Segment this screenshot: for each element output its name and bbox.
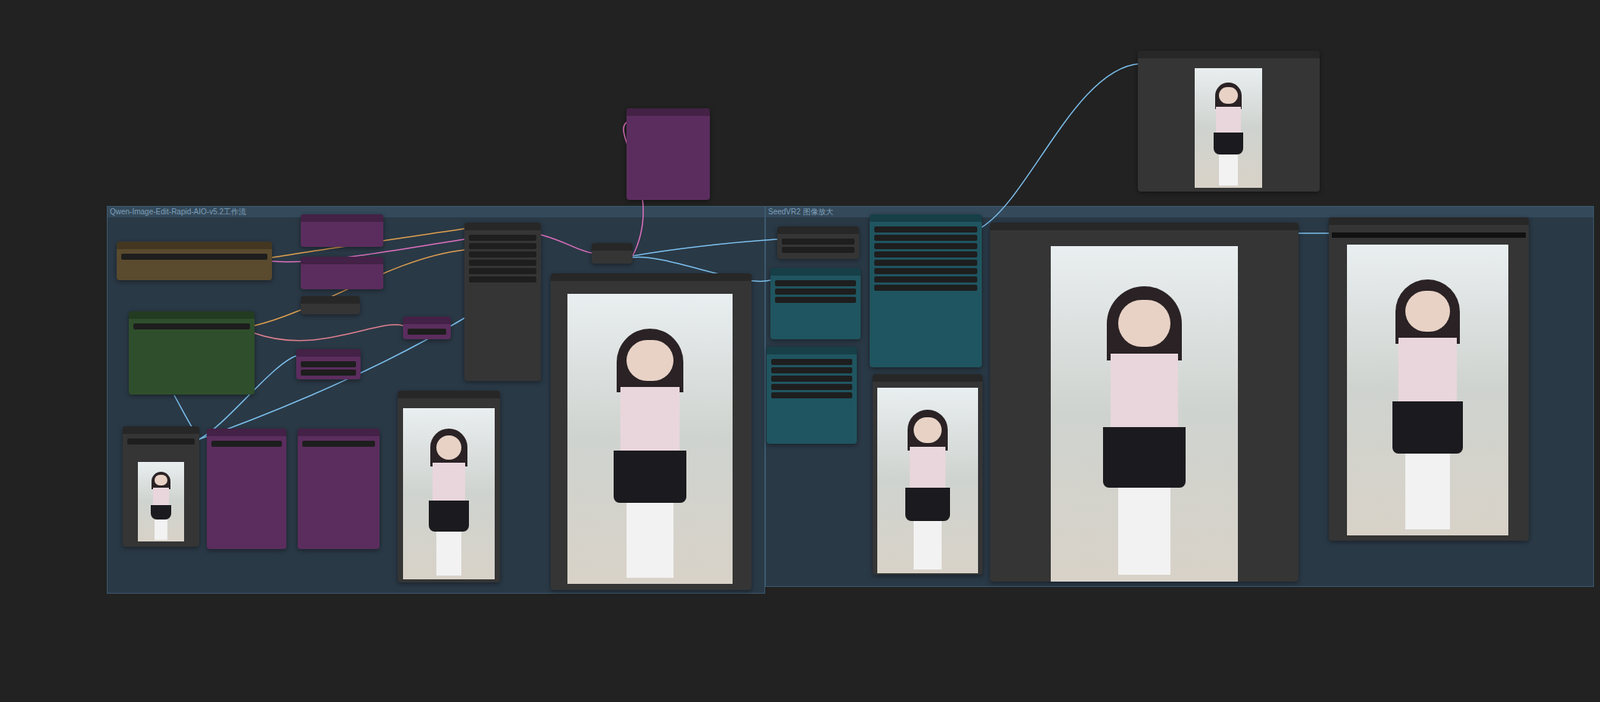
node-header[interactable] bbox=[1137, 50, 1320, 59]
node-header[interactable] bbox=[766, 346, 857, 355]
node-header[interactable] bbox=[464, 222, 541, 231]
node-widget[interactable] bbox=[468, 259, 537, 266]
node-header[interactable] bbox=[770, 268, 861, 276]
group-title[interactable]: Qwen-Image-Edit-Rapid-AIO-v5.2工作流 bbox=[107, 206, 765, 218]
image-node[interactable] bbox=[397, 390, 500, 583]
widget-node[interactable] bbox=[300, 256, 384, 290]
output-image bbox=[1050, 246, 1238, 582]
node-widget[interactable] bbox=[468, 251, 537, 258]
widget-node[interactable] bbox=[206, 428, 287, 550]
node-header[interactable] bbox=[626, 108, 710, 116]
node-widget[interactable] bbox=[771, 367, 853, 374]
node-widget[interactable] bbox=[775, 280, 857, 287]
image-node[interactable] bbox=[990, 222, 1299, 582]
widget-node[interactable] bbox=[464, 222, 541, 382]
node-header[interactable] bbox=[122, 426, 200, 435]
widget-node[interactable] bbox=[591, 243, 633, 264]
node-header[interactable] bbox=[116, 241, 272, 250]
node-widget[interactable] bbox=[775, 296, 857, 304]
node-widget[interactable] bbox=[468, 243, 537, 250]
node-header[interactable] bbox=[869, 214, 982, 222]
node-widget[interactable] bbox=[874, 251, 978, 258]
image-node[interactable] bbox=[1328, 217, 1529, 541]
node-header[interactable] bbox=[403, 316, 451, 325]
node-header[interactable] bbox=[297, 428, 380, 437]
widget-node[interactable] bbox=[777, 226, 860, 260]
image-node[interactable] bbox=[122, 426, 200, 547]
node-header[interactable] bbox=[990, 222, 1299, 231]
node-header[interactable] bbox=[300, 214, 384, 222]
node-header[interactable] bbox=[206, 428, 287, 437]
node-widget[interactable] bbox=[874, 284, 978, 291]
node-widget[interactable] bbox=[771, 375, 853, 382]
node-header[interactable] bbox=[591, 243, 633, 251]
output-image bbox=[1346, 244, 1509, 536]
node-widget[interactable] bbox=[302, 440, 375, 447]
output-image bbox=[877, 387, 979, 574]
node-widget[interactable] bbox=[133, 323, 250, 330]
node-header[interactable] bbox=[300, 256, 384, 265]
widget-node[interactable] bbox=[766, 346, 857, 444]
node-widget[interactable] bbox=[771, 392, 853, 399]
output-image bbox=[403, 408, 495, 580]
node-header[interactable] bbox=[296, 349, 361, 357]
node-widget[interactable] bbox=[874, 234, 978, 241]
widget-node[interactable] bbox=[116, 241, 272, 281]
comfyui-canvas[interactable]: Qwen-Image-Edit-Rapid-AIO-v5.2工作流SeedVR2… bbox=[0, 0, 1600, 702]
node-widget[interactable] bbox=[771, 384, 853, 391]
node-header[interactable] bbox=[1328, 217, 1529, 225]
node-widget[interactable] bbox=[874, 259, 978, 266]
node-widget[interactable] bbox=[874, 243, 978, 250]
widget-node[interactable] bbox=[770, 268, 861, 340]
node-widget[interactable] bbox=[874, 276, 978, 283]
image-node[interactable] bbox=[550, 273, 752, 591]
node-widget[interactable] bbox=[300, 369, 357, 376]
output-image bbox=[137, 462, 185, 542]
node-widget[interactable] bbox=[781, 246, 855, 254]
node-widget[interactable] bbox=[468, 234, 537, 241]
widget-node[interactable] bbox=[626, 108, 710, 200]
node-widget[interactable] bbox=[468, 276, 537, 283]
widget-node[interactable] bbox=[300, 214, 384, 247]
node-header[interactable] bbox=[128, 311, 255, 319]
widget-node[interactable] bbox=[296, 349, 361, 380]
node-header[interactable] bbox=[872, 374, 983, 382]
widget-node[interactable] bbox=[869, 214, 982, 368]
node-widget[interactable] bbox=[468, 268, 537, 275]
node-header[interactable] bbox=[550, 273, 752, 282]
widget-node[interactable] bbox=[403, 316, 451, 340]
node-widget[interactable] bbox=[121, 253, 268, 260]
image-node[interactable] bbox=[1137, 50, 1320, 192]
node-widget[interactable] bbox=[781, 238, 855, 245]
output-image bbox=[1194, 68, 1263, 188]
node-widget[interactable] bbox=[775, 288, 857, 295]
output-image bbox=[567, 293, 733, 585]
node-widget[interactable] bbox=[211, 440, 282, 447]
node-widget[interactable] bbox=[407, 328, 447, 335]
node-widget[interactable] bbox=[127, 438, 195, 445]
node-header[interactable] bbox=[397, 390, 500, 399]
widget-node[interactable] bbox=[128, 311, 255, 395]
node-widget[interactable] bbox=[874, 226, 978, 233]
node-header[interactable] bbox=[300, 296, 360, 304]
node-widget[interactable] bbox=[771, 359, 853, 366]
node-widget[interactable] bbox=[300, 361, 357, 368]
widget-node[interactable] bbox=[297, 428, 380, 550]
node-widget[interactable] bbox=[874, 268, 978, 275]
image-node[interactable] bbox=[872, 374, 983, 575]
widget-node[interactable] bbox=[300, 296, 360, 315]
node-header[interactable] bbox=[777, 226, 860, 235]
